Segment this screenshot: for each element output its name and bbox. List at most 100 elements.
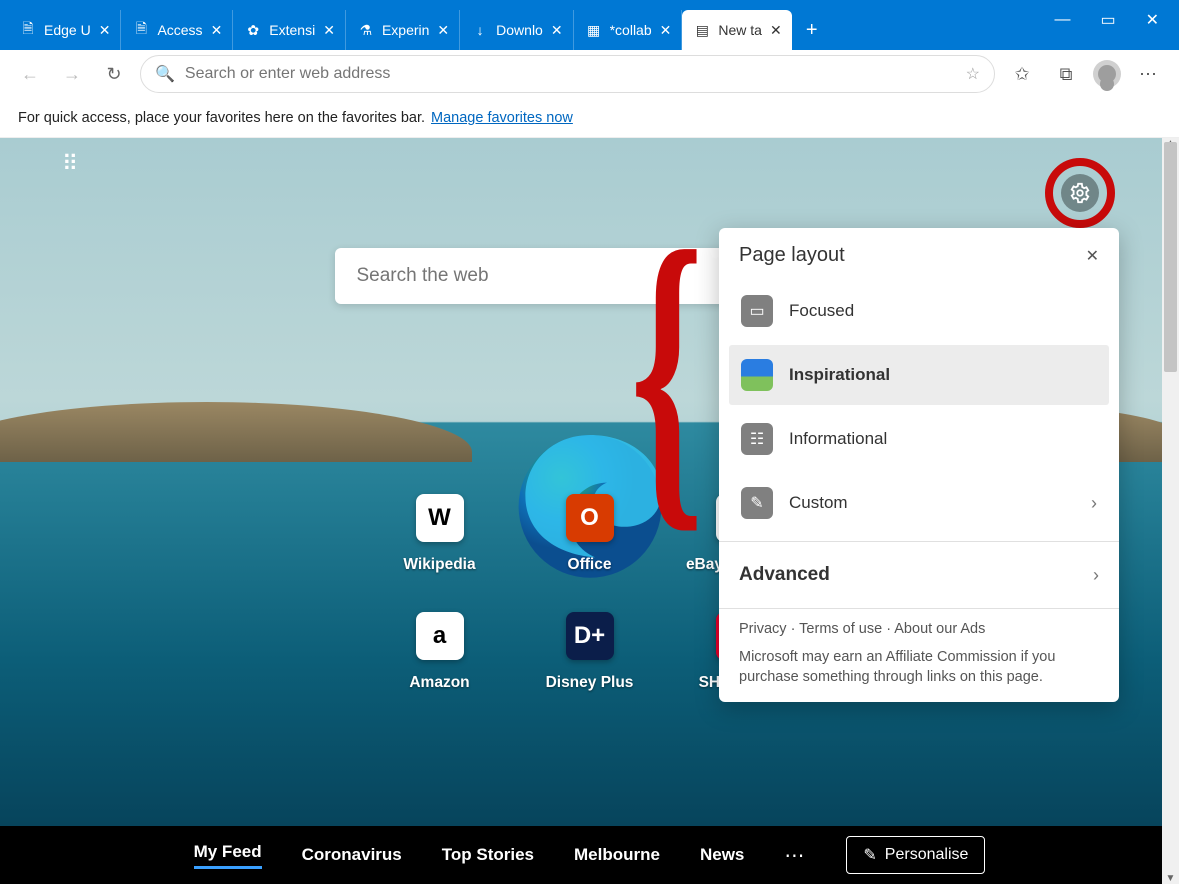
layout-option-label: Focused <box>789 301 854 321</box>
layout-option-label: Informational <box>789 429 887 449</box>
quicklink-icon: a <box>416 612 464 660</box>
scroll-down-arrow[interactable]: ▼ <box>1162 873 1179 884</box>
inspirational-icon <box>741 359 773 391</box>
quicklink-icon: W <box>416 494 464 542</box>
quicklink-label: Office <box>568 556 612 574</box>
layout-option-label: Custom <box>789 493 848 513</box>
tab-close-button[interactable]: ✕ <box>99 22 111 39</box>
informational-icon: ☷ <box>741 423 773 455</box>
quicklink-disney-plus[interactable]: D+ Disney Plus <box>515 606 665 724</box>
layout-option-informational[interactable]: ☷ Informational <box>729 409 1109 469</box>
refresh-button[interactable]: ↻ <box>98 58 130 90</box>
favorites-hint-text: For quick access, place your favorites h… <box>18 110 425 126</box>
tab-label: Access <box>157 22 202 38</box>
panel-disclaimer: Microsoft may earn an Affiliate Commissi… <box>719 641 1119 688</box>
tab-favicon: ⚗ <box>358 22 374 38</box>
tab-label: *collab <box>610 22 652 38</box>
forward-button[interactable]: → <box>56 58 88 90</box>
tab--collab[interactable]: ▦ *collab ✕ <box>574 10 683 50</box>
tab-new-ta[interactable]: ▤ New ta ✕ <box>682 10 791 50</box>
pencil-icon: ✎ <box>863 845 876 865</box>
custom-icon: ✎ <box>741 487 773 519</box>
advanced-label: Advanced <box>739 564 830 586</box>
tab-favicon: ✿ <box>245 22 261 38</box>
layout-option-label: Inspirational <box>789 365 890 385</box>
tab-access[interactable]: 🗎 Access ✕ <box>121 10 233 50</box>
feed-bar: My Feed Coronavirus Top Stories Melbourne Ne… <box>0 826 1179 884</box>
profile-button[interactable] <box>1093 60 1121 88</box>
quicklink-label: Amazon <box>409 674 469 692</box>
chevron-right-icon: › <box>1091 493 1097 514</box>
address-input[interactable] <box>185 65 956 83</box>
panel-title: Page layout <box>739 244 845 267</box>
page-layout-panel: Page layout ✕ ▭ Focused Inspirational ☷ Info… <box>719 228 1119 702</box>
collections-button[interactable]: ⧉ <box>1049 57 1083 91</box>
quicklink-amazon[interactable]: a Amazon <box>365 606 515 724</box>
quicklink-office[interactable]: O Office <box>515 488 665 606</box>
new-tab-page: ⠿ { WWikipediaOOfficeeeBay AustraliaaAma… <box>0 138 1179 884</box>
tab-edge-u[interactable]: 🗎 Edge U ✕ <box>8 10 121 50</box>
tab-label: Experin <box>382 22 429 38</box>
favorite-star-icon[interactable]: ☆ <box>966 64 980 84</box>
more-menu-button[interactable]: ⋯ <box>1131 57 1165 91</box>
search-icon: 🔍 <box>155 64 175 84</box>
feed-tab-news[interactable]: News <box>700 845 744 865</box>
panel-footer-links: Privacy · Terms of use · About our Ads <box>719 617 1119 641</box>
about-ads-link[interactable]: About our Ads <box>894 621 985 637</box>
feed-tab-my-feed[interactable]: My Feed <box>194 842 262 869</box>
personalise-label: Personalise <box>885 846 969 864</box>
tab-downlo[interactable]: ↓ Downlo ✕ <box>460 10 573 50</box>
tab-favicon: ↓ <box>472 22 488 38</box>
quicklink-label: Disney Plus <box>546 674 634 692</box>
window-close-button[interactable]: ✕ <box>1146 10 1159 30</box>
app-launcher-button[interactable]: ⠿ <box>62 160 80 168</box>
tab-favicon: ▤ <box>694 22 710 38</box>
annotation-highlight-circle <box>1045 158 1115 228</box>
tab-close-button[interactable]: ✕ <box>770 22 782 39</box>
quicklink-label: Wikipedia <box>403 556 475 574</box>
panel-close-button[interactable]: ✕ <box>1086 246 1099 266</box>
quicklink-wikipedia[interactable]: W Wikipedia <box>365 488 515 606</box>
quicklink-icon: O <box>566 494 614 542</box>
chevron-right-icon: › <box>1093 565 1099 586</box>
tab-extensi[interactable]: ✿ Extensi ✕ <box>233 10 346 50</box>
tab-close-button[interactable]: ✕ <box>551 22 563 39</box>
address-bar[interactable]: 🔍 ☆ <box>140 55 995 93</box>
tab-strip: 🗎 Edge U ✕ 🗎 Access ✕ ✿ Extensi ✕ ⚗ Experin ✕ ↓ Downl… <box>0 0 1179 50</box>
advanced-row[interactable]: Advanced › <box>719 550 1119 600</box>
privacy-link[interactable]: Privacy <box>739 621 787 637</box>
manage-favorites-link[interactable]: Manage favorites now <box>431 110 573 126</box>
favorites-button[interactable]: ✩ <box>1005 57 1039 91</box>
tab-close-button[interactable]: ✕ <box>323 22 335 39</box>
tab-close-button[interactable]: ✕ <box>437 22 449 39</box>
layout-option-custom[interactable]: ✎ Custom › <box>729 473 1109 533</box>
tab-favicon: ▦ <box>586 22 602 38</box>
tab-experin[interactable]: ⚗ Experin ✕ <box>346 10 460 50</box>
favorites-hint-bar: For quick access, place your favorites h… <box>0 98 1179 138</box>
feed-more-button[interactable]: ⋯ <box>784 843 806 868</box>
tab-label: New ta <box>718 22 762 38</box>
scrollbar-thumb[interactable] <box>1164 142 1177 372</box>
layout-option-focused[interactable]: ▭ Focused <box>729 281 1109 341</box>
tab-label: Extensi <box>269 22 315 38</box>
feed-tab-coronavirus[interactable]: Coronavirus <box>302 845 402 865</box>
back-button[interactable]: ← <box>14 58 46 90</box>
new-tab-button[interactable]: + <box>792 10 832 50</box>
tab-favicon: 🗎 <box>133 22 149 38</box>
window-maximize-button[interactable]: ▭ <box>1100 10 1115 30</box>
feed-tab-top-stories[interactable]: Top Stories <box>442 845 534 865</box>
tab-favicon: 🗎 <box>20 22 36 38</box>
focused-icon: ▭ <box>741 295 773 327</box>
tab-label: Edge U <box>44 22 91 38</box>
layout-option-inspirational[interactable]: Inspirational <box>729 345 1109 405</box>
personalise-button[interactable]: ✎ Personalise <box>846 836 985 874</box>
tab-close-button[interactable]: ✕ <box>660 22 672 39</box>
quicklink-icon: D+ <box>566 612 614 660</box>
window-minimize-button[interactable]: — <box>1054 11 1070 29</box>
toolbar: ← → ↻ 🔍 ☆ ✩ ⧉ ⋯ <box>0 50 1179 98</box>
feed-tab-melbourne[interactable]: Melbourne <box>574 845 660 865</box>
terms-link[interactable]: Terms of use <box>799 621 882 637</box>
vertical-scrollbar[interactable]: ▲ ▼ <box>1162 138 1179 884</box>
tab-label: Downlo <box>496 22 543 38</box>
tab-close-button[interactable]: ✕ <box>211 22 223 39</box>
